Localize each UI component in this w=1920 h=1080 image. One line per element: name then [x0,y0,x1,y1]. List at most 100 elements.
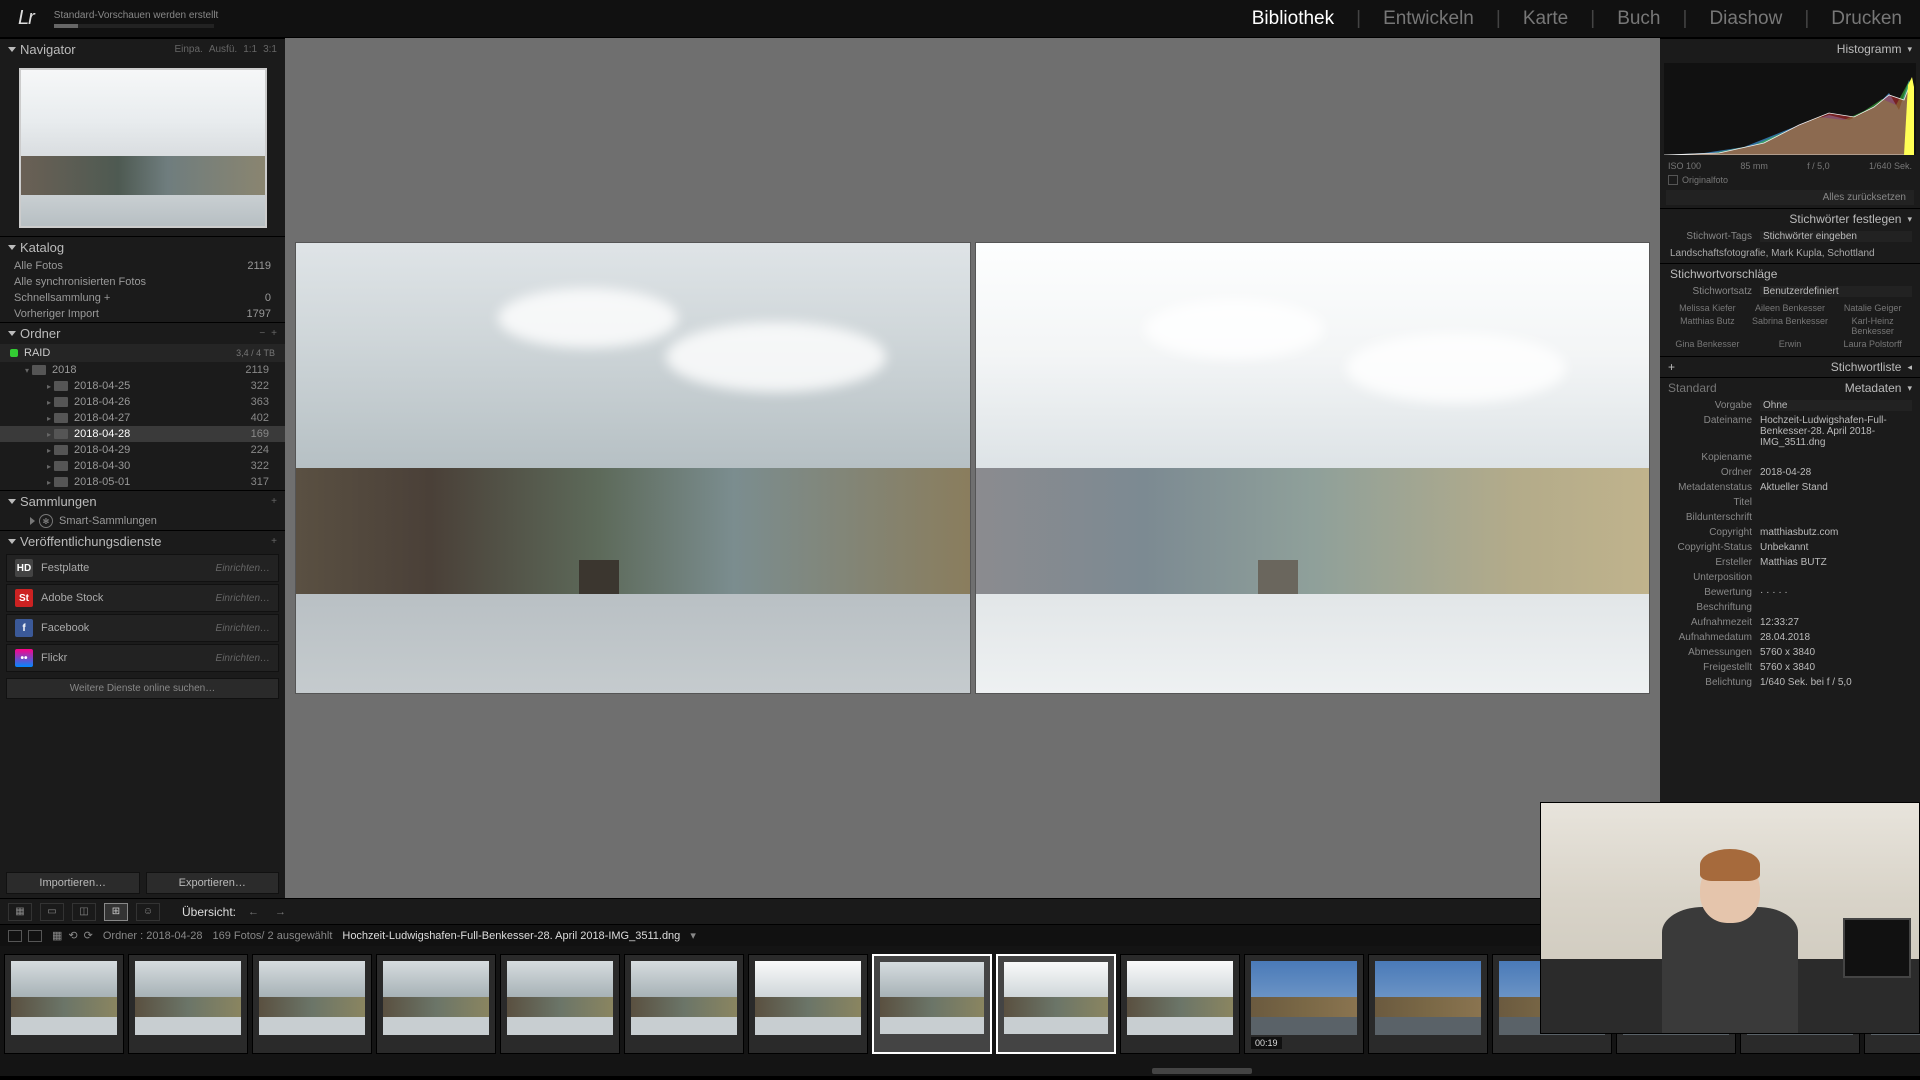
folder-day[interactable]: ▸2018-04-27402 [0,410,285,426]
export-button[interactable]: Exportieren… [146,872,280,894]
catalog-header[interactable]: Katalog [0,236,285,258]
navigator-header[interactable]: Navigator Einpa. Ausfü. 1:1 3:1 [0,38,285,60]
setup-link[interactable]: Einrichten… [216,563,270,574]
suggestion-chip[interactable]: Karl-Heinz Benkesser [1831,316,1914,336]
module-library[interactable]: Bibliothek [1252,8,1334,30]
path-folder[interactable]: Ordner : 2018-04-28 [103,930,203,942]
suggestion-chip[interactable]: Gina Benkesser [1666,339,1749,349]
keyword-set-select[interactable]: Benutzerdefiniert [1760,286,1912,297]
grid-icon[interactable]: ▦ [52,929,62,942]
publish-service[interactable]: HDFestplatteEinrichten… [6,554,279,582]
plus-icon[interactable]: + [271,496,277,507]
filmstrip-thumb[interactable] [624,954,744,1054]
metadata-value[interactable]: 12:33:27 [1760,617,1912,628]
module-book[interactable]: Buch [1617,8,1660,30]
next-arrow[interactable]: → [271,906,290,918]
catalog-row[interactable]: Alle synchronisierten Fotos [0,274,285,290]
navigator-preview[interactable] [19,68,267,228]
histogram[interactable] [1664,63,1916,155]
smart-collections[interactable]: ✻ Smart-Sammlungen [0,512,285,530]
module-develop[interactable]: Entwickeln [1383,8,1474,30]
metadata-value[interactable]: 2018-04-28 [1760,467,1912,478]
folder-year[interactable]: ▾ 2018 2119 [0,362,285,378]
find-services-button[interactable]: Weitere Dienste online suchen… [6,678,279,699]
folders-header[interactable]: Ordner −+ [0,322,285,344]
suggestion-chip[interactable]: Matthias Butz [1666,316,1749,336]
filmstrip-thumb[interactable] [1368,954,1488,1054]
metadata-value[interactable]: matthiasbutz.com [1760,527,1912,538]
reset-button[interactable]: Alles zurücksetzen [1666,190,1914,205]
module-map[interactable]: Karte [1523,8,1568,30]
filmstrip-thumb[interactable] [376,954,496,1054]
catalog-row[interactable]: Vorheriger Import1797 [0,306,285,322]
collections-header[interactable]: Sammlungen + [0,490,285,512]
survey-view-button[interactable]: ⊞ [104,903,128,921]
setup-link[interactable]: Einrichten… [216,623,270,634]
folder-day[interactable]: ▸2018-04-26363 [0,394,285,410]
metadata-value[interactable] [1760,602,1912,613]
import-button[interactable]: Importieren… [6,872,140,894]
metadata-header[interactable]: Standard Metadaten▾ [1660,377,1920,398]
plus-icon[interactable]: + [1668,360,1675,374]
dropdown-icon[interactable]: ▾ [690,929,696,942]
metadata-preset-select[interactable]: Ohne [1760,400,1912,411]
folder-day[interactable]: ▸2018-04-30322 [0,458,285,474]
metadata-value[interactable] [1760,497,1912,508]
filmstrip-scrollbar[interactable] [1152,1068,1252,1074]
publish-service[interactable]: fFacebookEinrichten… [6,614,279,642]
publish-header[interactable]: Veröffentlichungsdienste + [0,530,285,552]
metadata-value[interactable]: 28.04.2018 [1760,632,1912,643]
module-print[interactable]: Drucken [1831,8,1902,30]
metadata-value[interactable]: 5760 x 3840 [1760,662,1912,673]
filmstrip-thumb[interactable] [128,954,248,1054]
suggestion-chip[interactable]: Laura Polstorff [1831,339,1914,349]
forward-icon[interactable]: ⟳ [84,929,93,942]
metadata-value[interactable] [1760,452,1912,463]
volume-row[interactable]: RAID 3,4 / 4 TB [0,344,285,362]
main-window-icon[interactable] [8,930,22,942]
loupe-view-button[interactable]: ▭ [40,903,64,921]
filmstrip-thumb[interactable] [252,954,372,1054]
metadata-value[interactable]: Hochzeit-Ludwigshafen-Full-Benkesser-28.… [1760,415,1912,448]
catalog-row[interactable]: Schnellsammlung +0 [0,290,285,306]
metadata-value[interactable]: 5760 x 3840 [1760,647,1912,658]
original-checkbox[interactable]: Originalfoto [1660,173,1920,187]
setup-link[interactable]: Einrichten… [216,653,270,664]
filmstrip-thumb[interactable] [500,954,620,1054]
histogram-header[interactable]: Histogramm▾ [1660,38,1920,59]
plus-icon[interactable]: + [271,536,277,547]
compare-image-right[interactable] [976,243,1650,693]
path-filename[interactable]: Hochzeit-Ludwigshafen-Full-Benkesser-28.… [342,930,680,942]
navigator-modes[interactable]: Einpa. Ausfü. 1:1 3:1 [174,44,277,55]
filmstrip-thumb[interactable]: 00:19 [1244,954,1364,1054]
plus-icon[interactable]: + [271,328,277,339]
publish-service[interactable]: ••FlickrEinrichten… [6,644,279,672]
metadata-value[interactable]: 1/640 Sek. bei f / 5,0 [1760,677,1912,688]
setup-link[interactable]: Einrichten… [216,593,270,604]
suggestion-chip[interactable]: Melissa Kiefer [1666,303,1749,313]
suggestion-chip[interactable]: Sabrina Benkesser [1749,316,1832,336]
metadata-value[interactable]: Aktueller Stand [1760,482,1912,493]
metadata-value[interactable]: Unbekannt [1760,542,1912,553]
folder-day[interactable]: ▸2018-05-01317 [0,474,285,490]
people-view-button[interactable]: ☺ [136,903,160,921]
filmstrip-thumb[interactable] [748,954,868,1054]
folder-day[interactable]: ▸2018-04-28169 [0,426,285,442]
module-slideshow[interactable]: Diashow [1709,8,1782,30]
minus-icon[interactable]: − [259,328,265,339]
back-icon[interactable]: ⟲ [68,929,77,942]
suggestion-chip[interactable]: Erwin [1749,339,1832,349]
suggestion-chip[interactable]: Aileen Benkesser [1749,303,1832,313]
metadata-value[interactable]: · · · · · [1760,587,1912,598]
folder-day[interactable]: ▸2018-04-29224 [0,442,285,458]
keyword-input[interactable]: Stichwörter eingeben [1760,231,1912,242]
filmstrip-thumb[interactable] [872,954,992,1054]
metadata-value[interactable] [1760,512,1912,523]
metadata-value[interactable] [1760,572,1912,583]
compare-image-left[interactable] [296,243,970,693]
keywordlist-header[interactable]: + Stichwortliste◂ [1660,356,1920,377]
filmstrip-thumb[interactable] [1120,954,1240,1054]
second-window-icon[interactable] [28,930,42,942]
suggestion-chip[interactable]: Natalie Geiger [1831,303,1914,313]
grid-view-button[interactable]: ▦ [8,903,32,921]
